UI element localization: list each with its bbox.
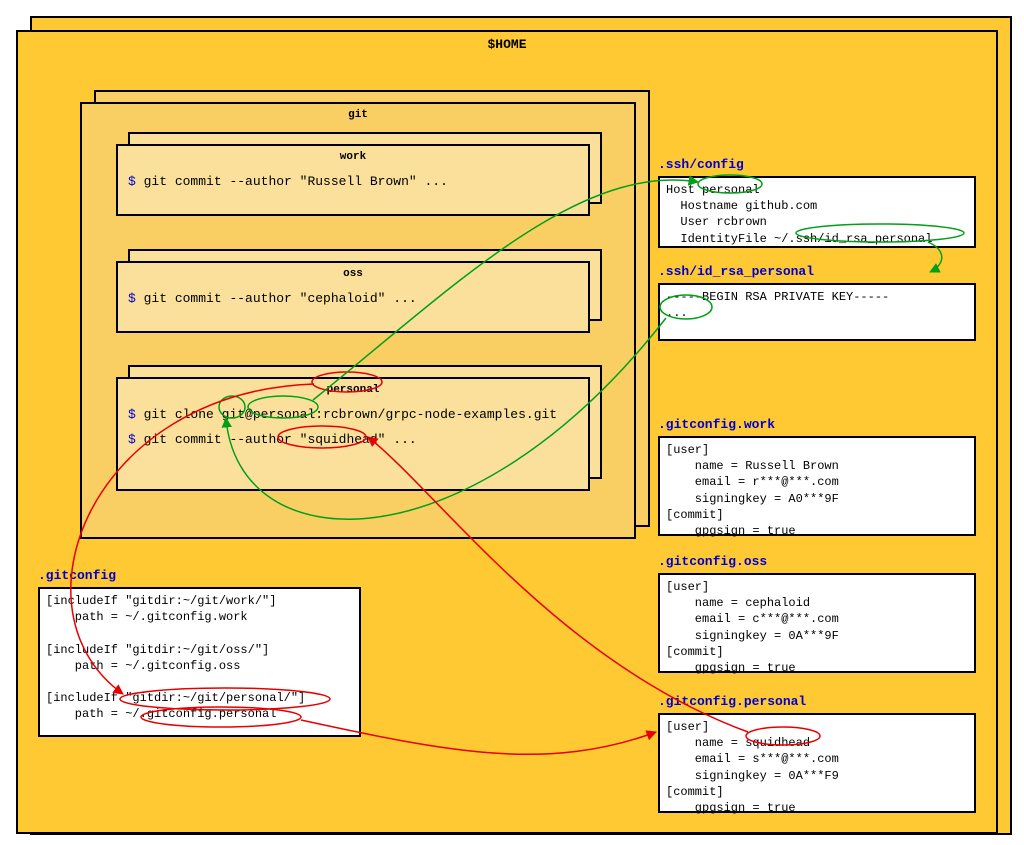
- oss-title: oss: [118, 263, 588, 283]
- ssh-config-label: .ssh/config: [658, 157, 744, 172]
- ssh-key-label: .ssh/id_rsa_personal: [658, 264, 814, 279]
- personal-cmd1-line: $ git clone git@personal:rcbrown/grpc-no…: [118, 399, 588, 424]
- home-folder: $HOME git work $ git commit --author "Ru…: [16, 30, 998, 834]
- git-title: git: [82, 104, 634, 124]
- home-title: $HOME: [18, 32, 996, 55]
- gitconfig-file: [includeIf "gitdir:~/git/work/"] path = …: [38, 587, 361, 737]
- oss-cmd: git commit --author "cephaloid" ...: [144, 291, 417, 306]
- oss-folder: oss $ git commit --author "cephaloid" ..…: [116, 261, 590, 333]
- work-cmd-line: $ git commit --author "Russell Brown" ..…: [118, 166, 588, 191]
- work-title: work: [118, 146, 588, 166]
- work-folder: work $ git commit --author "Russell Brow…: [116, 144, 590, 216]
- work-prompt: $: [128, 174, 136, 189]
- git-folder: git work $ git commit --author "Russell …: [80, 102, 636, 539]
- ssh-config-file: Host personal Hostname github.com User r…: [658, 176, 976, 248]
- ssh-key-file: -----BEGIN RSA PRIVATE KEY----- ...: [658, 283, 976, 341]
- gitconfig-oss-file: [user] name = cephaloid email = c***@***…: [658, 573, 976, 673]
- gitconfig-work-label: .gitconfig.work: [658, 417, 775, 432]
- personal-cmd1: git clone git@personal:rcbrown/grpc-node…: [144, 407, 557, 422]
- gitconfig-oss-label: .gitconfig.oss: [658, 554, 767, 569]
- oss-prompt: $: [128, 291, 136, 306]
- gitconfig-personal-label: .gitconfig.personal: [658, 694, 806, 709]
- gitconfig-label: .gitconfig: [38, 568, 116, 583]
- personal-folder: personal $ git clone git@personal:rcbrow…: [116, 377, 590, 491]
- oss-cmd-line: $ git commit --author "cephaloid" ...: [118, 283, 588, 308]
- personal-cmd2-line: $ git commit --author "squidhead" ...: [118, 424, 588, 449]
- personal-title: personal: [118, 379, 588, 399]
- personal-prompt2: $: [128, 432, 136, 447]
- gitconfig-work-file: [user] name = Russell Brown email = r***…: [658, 436, 976, 536]
- personal-cmd2: git commit --author "squidhead" ...: [144, 432, 417, 447]
- work-cmd: git commit --author "Russell Brown" ...: [144, 174, 448, 189]
- gitconfig-personal-file: [user] name = squidhead email = s***@***…: [658, 713, 976, 813]
- personal-prompt1: $: [128, 407, 136, 422]
